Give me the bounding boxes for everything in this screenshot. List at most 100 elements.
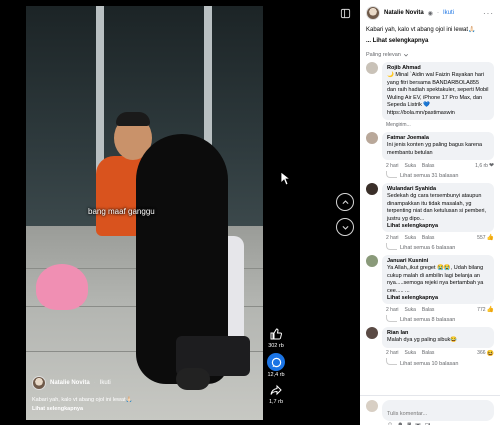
post-header: Natalie Novita ◉ · Ikuti ··· [360, 0, 500, 20]
comment-text: Malah dya yg paling sibuk😂 [387, 337, 458, 343]
person-girl-shoe [176, 368, 210, 390]
comment-reactions[interactable]: 557 👍 [477, 234, 494, 242]
comment-count: 12,4 rb [267, 372, 285, 378]
comment-author[interactable]: Rojib Ahmad [387, 65, 489, 71]
verified-icon: ◉ [427, 10, 433, 17]
comment-like-button[interactable]: Suka [405, 307, 416, 313]
chevron-down-icon [341, 225, 349, 230]
comment-author[interactable]: Rian Ian [387, 330, 489, 336]
share-icon [268, 382, 284, 398]
comment-text: Ini jenis konten yg paling bagus karena … [387, 142, 483, 156]
comment-filter-dropdown[interactable]: Paling relevan [360, 44, 500, 58]
comment-time: 2 hari [386, 306, 399, 313]
comment-time: 2 hari [386, 162, 399, 169]
comment-meta: 2 hari Suka Balas 772 👍 [382, 304, 494, 314]
comment-text: Sedekah dg cara tersembunyi ataupun dina… [387, 193, 487, 222]
share-count: 1,7 rb [268, 399, 284, 405]
comment-item: Wulandari Syahida Sedekah dg cara tersem… [360, 179, 500, 251]
avatar[interactable] [366, 183, 378, 195]
comment-like-button[interactable]: Suka [405, 163, 416, 169]
view-replies-link[interactable]: Lihat semua 31 balasan [382, 169, 494, 179]
reaction-count: 772 [477, 306, 486, 313]
comment-author[interactable]: Wulandari Syahida [387, 186, 489, 192]
separator: · [436, 10, 439, 16]
next-video-button[interactable] [336, 218, 354, 236]
comment-reactions[interactable]: 1,6 rb ❤ [475, 162, 494, 170]
avatar[interactable] [366, 132, 378, 144]
comment-time: 2 hari [386, 234, 399, 241]
video-caption-text: Kabari yah, kalo vt abang ojol ini lewat… [32, 397, 133, 403]
comment-icon [267, 353, 285, 371]
like-count: 302 rb [268, 343, 284, 349]
comment-reactions[interactable]: 772 👍 [477, 306, 494, 314]
comment-text: 🌙 Minal `Aidin wal Faizin Rayakan hari y… [387, 72, 489, 116]
video-author-name[interactable]: Natalie Novita [50, 380, 90, 386]
comment-reply-button[interactable]: Balas [422, 307, 435, 313]
comment-see-more-link[interactable]: Lihat selengkapnya [387, 295, 489, 301]
comment-meta: Mengirim... [382, 120, 494, 128]
separator: · [93, 380, 96, 386]
video-actions: 302 rb 12,4 rb 1,7 rb [264, 326, 288, 405]
comment-item: Januari Kusnini Ya Allah,,ikut greget 😭😭… [360, 251, 500, 323]
comment-input[interactable] [387, 411, 489, 417]
avatar[interactable] [366, 62, 378, 74]
heart-reaction-icon: ❤ [488, 163, 494, 169]
avatar[interactable] [366, 6, 380, 20]
like-button[interactable]: 302 rb [268, 326, 284, 349]
reaction-count: 1,6 rb [475, 162, 488, 169]
comments-panel: Natalie Novita ◉ · Ikuti ··· Kabari yah,… [360, 0, 500, 425]
previous-video-button[interactable] [336, 193, 354, 211]
follow-button[interactable]: Ikuti [443, 10, 454, 16]
comment-reactions[interactable]: 366 😆 [477, 350, 494, 357]
avatar[interactable] [32, 376, 46, 390]
comment-see-more-link[interactable]: Lihat selengkapnya [387, 223, 489, 229]
avatar [366, 400, 378, 412]
reaction-count: 366 [477, 350, 486, 356]
pink-helmet [36, 264, 88, 310]
comment-author[interactable]: Januari Kusnini [387, 258, 489, 264]
avatar[interactable] [366, 327, 378, 339]
comment-reply-button[interactable]: Balas [422, 350, 435, 356]
avatar[interactable] [366, 255, 378, 267]
comment-input-box[interactable]: ☺ ☻ ◙ ▣ ◪ [382, 400, 494, 425]
comment-bubble: Fatmar Joemala Ini jenis konten yg palin… [382, 132, 494, 160]
chevron-down-icon [403, 53, 408, 57]
view-replies-link[interactable]: Lihat semua 10 balasan [382, 357, 494, 367]
collapse-panel-icon[interactable] [340, 6, 351, 24]
comment-reply-button[interactable]: Balas [422, 235, 435, 241]
video-text-overlay: bang maaf ganggu [88, 207, 155, 216]
comment-author[interactable]: Fatmar Joemala [387, 135, 489, 141]
thumbs-up-reaction-icon: 👍 [486, 235, 494, 241]
share-button[interactable]: 1,7 rb [268, 382, 284, 405]
comment-item: Rojib Ahmad 🌙 Minal `Aidin wal Faizin Ra… [360, 58, 500, 128]
video-viewer: bang maaf ganggu Natalie Novita · Ikuti … [0, 0, 360, 425]
comment-meta: 2 hari Suka Balas 366 😆 [382, 348, 494, 357]
follow-button[interactable]: Ikuti [100, 380, 111, 386]
comment-meta: 2 hari Suka Balas 557 👍 [382, 232, 494, 242]
comment-status: Mengirim... [386, 122, 411, 128]
comment-item: Fatmar Joemala Ini jenis konten yg palin… [360, 128, 500, 179]
more-options-icon[interactable]: ··· [483, 9, 494, 18]
comment-like-button[interactable]: Suka [405, 235, 416, 241]
comment-button[interactable]: 12,4 rb [267, 353, 285, 378]
view-replies-link[interactable]: Lihat semua 8 balasan [382, 313, 494, 323]
post-author-name[interactable]: Natalie Novita [384, 10, 424, 16]
video-caption: Kabari yah, kalo vt abang ojol ini lewat… [32, 396, 132, 414]
video-see-more-link[interactable]: Lihat selengkapnya [32, 405, 132, 414]
comment-filter-label: Paling relevan [366, 52, 401, 58]
comment-bubble: Rian Ian Malah dya yg paling sibuk😂 [382, 327, 494, 348]
comment-meta: 2 hari Suka Balas 1,6 rb ❤ [382, 160, 494, 170]
see-more-link[interactable]: ... Lihat selengkapnya [360, 35, 500, 44]
comment-item: Rian Ian Malah dya yg paling sibuk😂 2 ha… [360, 323, 500, 367]
comment-composer: ☺ ☻ ◙ ▣ ◪ [360, 395, 500, 425]
comment-bubble: Rojib Ahmad 🌙 Minal `Aidin wal Faizin Ra… [382, 62, 494, 120]
comment-bubble: Januari Kusnini Ya Allah,,ikut greget 😭😭… [382, 255, 494, 304]
reaction-count: 557 [477, 234, 486, 241]
haha-reaction-icon: 😆 [486, 350, 494, 357]
view-replies-link[interactable]: Lihat semua 6 balasan [382, 241, 494, 251]
mouse-cursor-icon [280, 171, 292, 190]
comment-reply-button[interactable]: Balas [422, 163, 435, 169]
comment-like-button[interactable]: Suka [405, 350, 416, 356]
video-author: Natalie Novita · Ikuti [32, 376, 111, 390]
thumbs-up-icon [268, 326, 284, 342]
